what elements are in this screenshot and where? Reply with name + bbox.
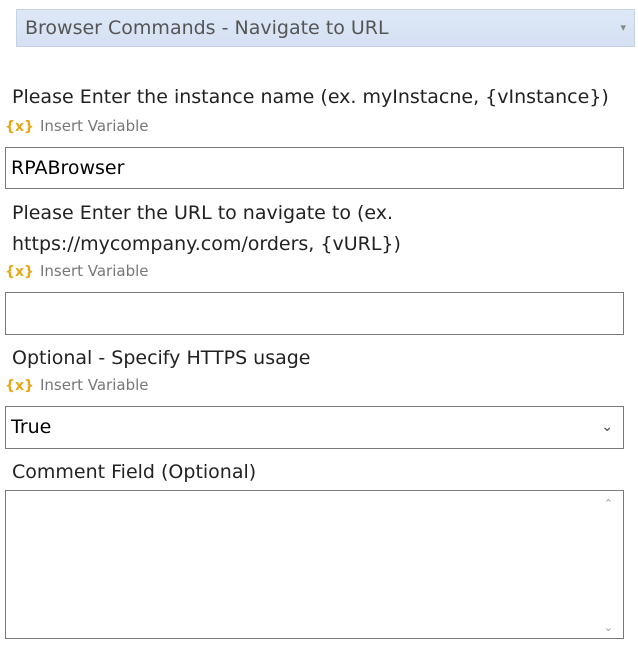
https-dropdown[interactable]: True ⌄ — [5, 406, 624, 449]
url-input[interactable] — [5, 292, 624, 335]
insert-variable-link-https[interactable]: {x} Insert Variable — [5, 376, 149, 394]
insert-variable-link-url[interactable]: {x} Insert Variable — [5, 262, 149, 280]
insert-variable-label: Insert Variable — [39, 376, 149, 394]
select-arrow-icon[interactable]: ▾ — [620, 10, 626, 46]
command-type-value: Browser Commands - Navigate to URL — [25, 17, 389, 39]
scroll-down-icon[interactable]: ⌄ — [604, 621, 613, 634]
command-type-select[interactable]: Browser Commands - Navigate to URL ▾ — [16, 9, 635, 47]
comment-label: Comment Field (Optional) — [12, 461, 257, 483]
instance-name-input[interactable]: RPABrowser — [5, 147, 624, 189]
variable-icon: {x} — [5, 264, 34, 280]
url-label-line2: https://mycompany.com/orders, {vURL}) — [12, 233, 401, 255]
comment-textarea[interactable]: ⌃ ⌄ — [5, 490, 624, 639]
chevron-down-icon[interactable]: ⌄ — [601, 407, 613, 448]
https-label: Optional - Specify HTTPS usage — [12, 347, 311, 369]
https-selected-value: True — [11, 416, 52, 438]
variable-icon: {x} — [5, 119, 34, 135]
scroll-up-icon[interactable]: ⌃ — [604, 497, 613, 510]
url-label-line1: Please Enter the URL to navigate to (ex. — [12, 202, 394, 224]
insert-variable-label: Insert Variable — [39, 262, 149, 280]
insert-variable-link-instance[interactable]: {x} Insert Variable — [5, 117, 149, 135]
insert-variable-label: Insert Variable — [39, 117, 149, 135]
instance-name-label: Please Enter the instance name (ex. myIn… — [12, 86, 609, 108]
variable-icon: {x} — [5, 378, 34, 394]
